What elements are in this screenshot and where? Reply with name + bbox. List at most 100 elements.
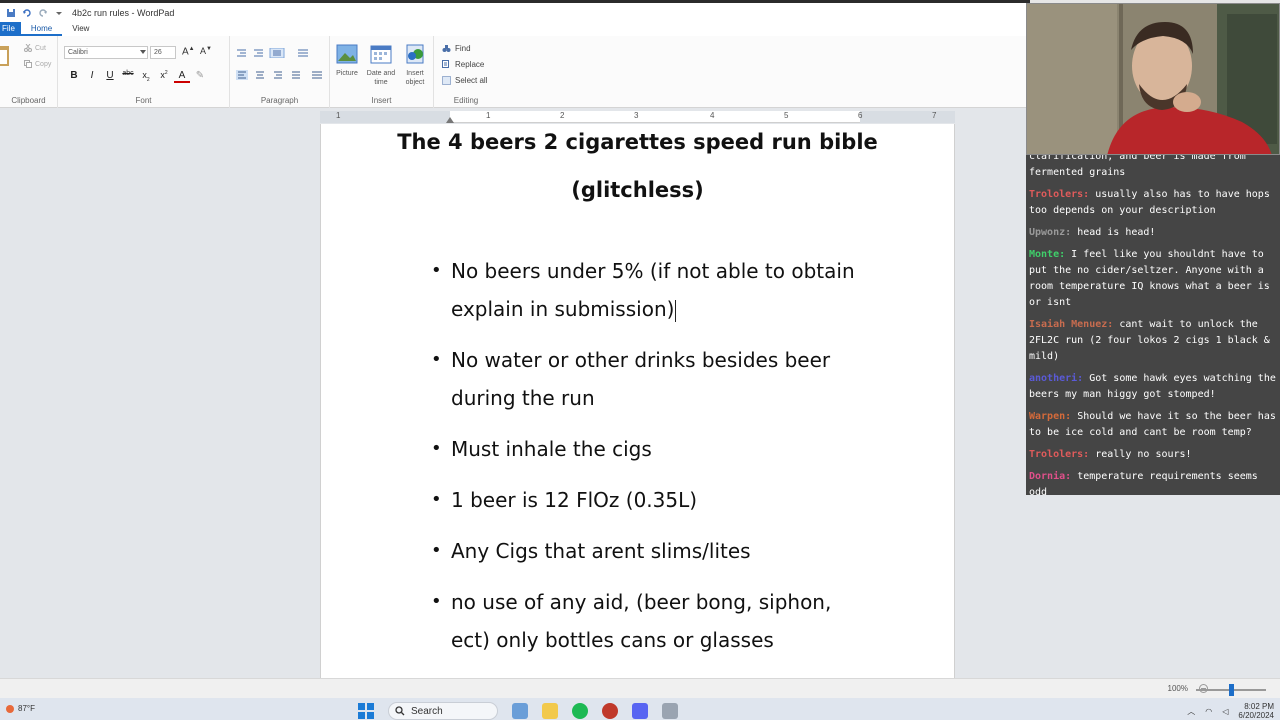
task-view-icon[interactable]: [512, 703, 528, 719]
rule-text: Any Cigs that arent slims/lites: [451, 539, 751, 563]
title-bar: 4b2c run rules - WordPad: [0, 0, 1030, 22]
windows-start-icon[interactable]: [358, 703, 374, 719]
text-color-icon[interactable]: A: [174, 70, 190, 83]
undo-icon[interactable]: [22, 8, 32, 18]
discord-icon[interactable]: [632, 703, 648, 719]
redo-icon[interactable]: [38, 8, 48, 18]
font-group-label: Font: [135, 96, 152, 105]
ruler-number: 4: [710, 111, 715, 120]
taskbar-apps: Search: [358, 702, 678, 720]
editing-group: Find Replace Select all Editing: [434, 36, 498, 108]
chat-message: clarification, and beer is made from fer…: [1029, 155, 1280, 181]
select-all-button[interactable]: Select all: [442, 72, 487, 88]
tab-file[interactable]: File: [0, 22, 21, 36]
chat-message: Upwonz: head is head!: [1029, 225, 1280, 241]
chat-username: Monte:: [1029, 249, 1066, 260]
binoculars-icon: [442, 44, 451, 52]
object-label-1: Insert: [406, 70, 424, 77]
save-icon[interactable]: [6, 8, 16, 18]
replace-button[interactable]: Replace: [442, 56, 487, 72]
insert-datetime-button[interactable]: Date and time: [364, 44, 398, 87]
spotify-icon[interactable]: [572, 703, 588, 719]
insert-object-button[interactable]: Insert object: [398, 44, 432, 87]
find-label: Find: [455, 43, 471, 53]
wifi-icon[interactable]: ◠: [1205, 707, 1212, 716]
zoom-slider[interactable]: [1196, 684, 1266, 696]
find-button[interactable]: Find: [442, 40, 487, 56]
chat-message: Trololers: really no sours!: [1029, 447, 1280, 463]
ruler-number: 2: [560, 111, 565, 120]
ruler[interactable]: 1 1 2 3 4 5 6 7: [320, 111, 955, 123]
shrink-font-icon[interactable]: A▼: [200, 46, 212, 56]
system-tray: ︿ ◠ ◁ 8:02 PM 6/20/2024: [1187, 702, 1274, 720]
opera-icon[interactable]: [602, 703, 618, 719]
rule-text: 1 beer is 12 FlOz (0.35L): [451, 488, 698, 512]
file-explorer-icon[interactable]: [542, 703, 558, 719]
zoom-slider-thumb[interactable]: [1229, 684, 1234, 696]
font-format-row: B I U abc x2 x2 A ✎: [66, 70, 208, 83]
insert-picture-button[interactable]: Picture: [330, 44, 364, 78]
strikethrough-icon[interactable]: abc: [120, 70, 136, 83]
status-bar: 100%: [0, 678, 1280, 698]
paragraph-group: Paragraph: [230, 36, 330, 108]
clock[interactable]: 8:02 PM 6/20/2024: [1238, 702, 1274, 720]
highlight-icon[interactable]: ✎: [192, 70, 208, 83]
italic-icon[interactable]: I: [84, 70, 100, 83]
webcam-image: [1027, 4, 1279, 154]
bold-icon[interactable]: B: [66, 70, 82, 83]
webcam-overlay: [1026, 3, 1280, 155]
rule-text: No beers under 5% (if not able to obtain…: [451, 259, 855, 321]
chat-message: anotheri: Got some hawk eyes watching th…: [1029, 371, 1280, 403]
wordpad-icon[interactable]: [662, 703, 678, 719]
chat-message: Dornia: temperature requirements seems o…: [1029, 469, 1280, 495]
chat-text: I feel like you shouldnt have to put the…: [1029, 249, 1276, 308]
subscript-icon[interactable]: x2: [138, 70, 154, 83]
clock-date: 6/20/2024: [1238, 711, 1274, 720]
customize-qat-icon[interactable]: [54, 8, 64, 18]
copy-button[interactable]: Copy: [24, 60, 51, 68]
font-family-select[interactable]: Calibri: [64, 46, 148, 59]
chat-username: Trololers:: [1029, 189, 1090, 200]
screen: 4b2c run rules - WordPad File Home View …: [0, 0, 1280, 720]
superscript-icon[interactable]: x2: [156, 70, 172, 83]
document-page[interactable]: The 4 beers 2 cigarettes speed run bible…: [320, 124, 955, 678]
document-area[interactable]: 1 1 2 3 4 5 6 7 The 4 beers 2 cigarettes…: [0, 108, 1030, 678]
alignment-icons[interactable]: [236, 70, 324, 80]
list-item: no use of any aid, (beer bong, siphon, e…: [431, 583, 871, 659]
rule-text: no use of any aid, (beer bong, siphon, e…: [451, 590, 832, 652]
side-panel: [1026, 495, 1280, 678]
volume-icon[interactable]: ◁: [1222, 707, 1228, 716]
chat-text: really no sours!: [1095, 449, 1192, 460]
select-all-icon: [442, 75, 451, 85]
scissors-icon: [24, 44, 32, 52]
weather-icon: [6, 704, 14, 713]
cut-label: Cut: [35, 44, 46, 52]
weather-temp: 87°F: [18, 704, 35, 713]
list-indent-icons[interactable]: [236, 48, 322, 58]
paste-icon[interactable]: [0, 44, 10, 68]
text-cursor: [675, 299, 677, 322]
object-icon: [406, 44, 424, 64]
tab-home[interactable]: Home: [20, 22, 63, 36]
indent-marker-icon[interactable]: [446, 117, 454, 123]
cut-button[interactable]: Cut: [24, 44, 46, 52]
zoom-level: 100%: [1167, 684, 1188, 693]
chevron-down-icon: [140, 50, 146, 54]
ribbon: Cut Copy Clipboard Calibri 26 A▲ A▼ B I …: [0, 36, 1030, 108]
clipboard-group: Cut Copy Clipboard: [0, 36, 58, 108]
grow-font-icon[interactable]: A▲: [182, 46, 195, 57]
tray-chevron-icon[interactable]: ︿: [1187, 706, 1195, 717]
object-label-2: object: [405, 79, 425, 86]
paragraph-group-label: Paragraph: [260, 96, 299, 105]
window-title: 4b2c run rules - WordPad: [72, 7, 175, 18]
chat-message: Isaiah Menuez: cant wait to unlock the 2…: [1029, 317, 1280, 365]
tab-view[interactable]: View: [62, 22, 99, 36]
copy-label: Copy: [35, 60, 52, 68]
weather-widget[interactable]: 87°F: [6, 704, 35, 713]
underline-icon[interactable]: U: [102, 70, 118, 83]
chat-username: Isaiah Menuez:: [1029, 319, 1114, 330]
ruler-number: 6: [858, 111, 863, 120]
font-size-select[interactable]: 26: [150, 46, 176, 59]
datetime-label-2: time: [374, 79, 388, 86]
taskbar-search[interactable]: Search: [388, 702, 498, 720]
